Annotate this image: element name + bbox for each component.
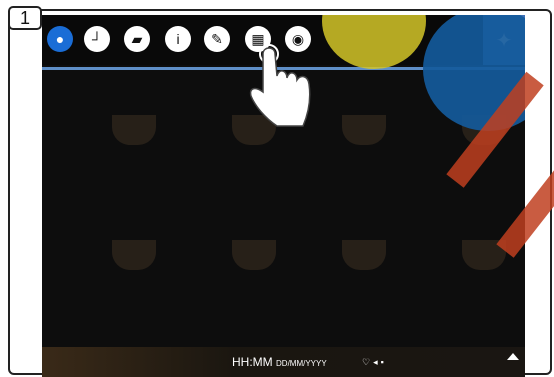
flag-icon[interactable]: ▰ bbox=[124, 26, 150, 52]
time-text: HH:MM bbox=[232, 355, 273, 369]
water-drop-icon[interactable]: ● bbox=[47, 26, 73, 52]
beverage-cup bbox=[112, 240, 156, 270]
beverage-cup bbox=[342, 115, 386, 145]
beverage-cup bbox=[342, 240, 386, 270]
pointing-hand-icon bbox=[249, 44, 311, 127]
status-icons: ♡◂▪ bbox=[362, 357, 387, 367]
clock-icon[interactable]: ┘ bbox=[84, 26, 110, 52]
date-text: DD/MM/YYYY bbox=[276, 359, 327, 368]
beverage-cup bbox=[232, 240, 276, 270]
status-bar: HH:MM DD/MM/YYYY ♡◂▪ bbox=[42, 347, 525, 377]
datetime-display: HH:MM DD/MM/YYYY bbox=[232, 355, 327, 369]
pencil-icon[interactable]: ✎ bbox=[204, 26, 230, 52]
step-number: 1 bbox=[8, 6, 42, 30]
expand-up-icon[interactable] bbox=[507, 353, 519, 360]
info-icon[interactable]: i bbox=[165, 26, 191, 52]
beverage-cup bbox=[112, 115, 156, 145]
